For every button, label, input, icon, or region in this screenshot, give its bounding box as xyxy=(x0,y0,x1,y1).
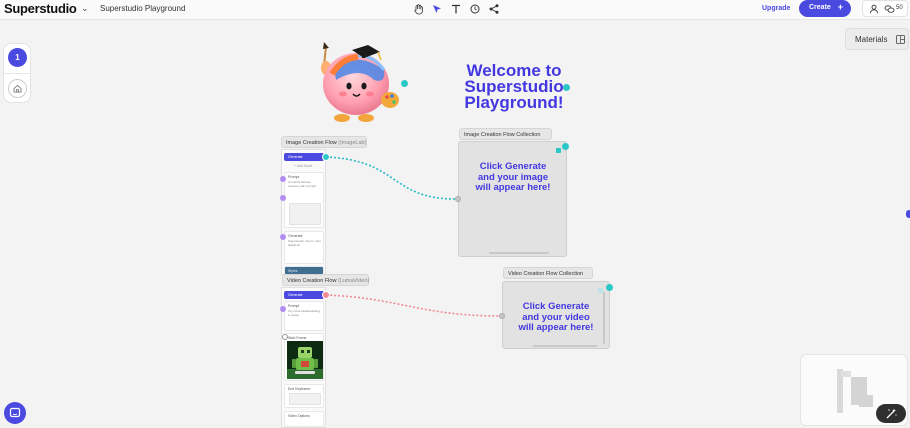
hand-icon[interactable] xyxy=(413,3,425,15)
video-start-frame-label: Start Frame xyxy=(288,336,307,340)
image-input-port-1[interactable] xyxy=(280,176,286,182)
cursor-icon[interactable] xyxy=(431,3,443,15)
share-icon[interactable] xyxy=(488,3,500,15)
panel-icon xyxy=(896,35,905,44)
image-placeholder-line-1: Click Generate xyxy=(479,161,547,172)
credits-count: 50 xyxy=(896,5,903,11)
video-collection-handle[interactable] xyxy=(598,288,603,293)
home-icon xyxy=(13,84,22,93)
text-icon[interactable] xyxy=(450,3,462,15)
image-add-node[interactable]: + Add Node xyxy=(294,164,312,168)
image-flow-connector xyxy=(325,156,459,200)
video-input-port-1[interactable] xyxy=(280,306,286,312)
image-generate-card[interactable]: Generate Superstudio, Zoom, retro digita… xyxy=(284,231,324,264)
canvas-edge-handle[interactable] xyxy=(906,210,910,218)
video-collection-output-port[interactable] xyxy=(606,284,613,291)
welcome-port[interactable] xyxy=(563,84,570,91)
image-input-port-3[interactable] xyxy=(280,234,286,240)
video-placeholder-line-1: Click Generate xyxy=(522,301,590,312)
video-collection-input-port[interactable] xyxy=(499,313,505,319)
image-flow-title[interactable]: Image Creation Flow (ImageLab) xyxy=(281,136,367,148)
video-output-port[interactable] xyxy=(322,291,330,299)
video-collection-title[interactable]: Video Creation Flow Collection xyxy=(503,267,593,279)
video-generate-button[interactable]: Generate xyxy=(284,291,324,299)
image-collection-node[interactable]: Click Generate and your image will appea… xyxy=(458,141,567,257)
video-flow-title[interactable]: Video Creation Flow (LumaVideo) xyxy=(282,274,369,286)
image-output-port[interactable] xyxy=(322,153,330,161)
chevron-down-icon[interactable]: ⌄ xyxy=(81,3,89,14)
chat-button[interactable] xyxy=(4,402,26,424)
create-button[interactable]: Create + xyxy=(799,0,851,17)
plus-icon: + xyxy=(837,2,843,12)
magic-button[interactable] xyxy=(876,404,906,423)
video-end-keyframe-card[interactable]: End Keyframe xyxy=(284,384,324,408)
top-bar: Superstudio ⌄ Superstudio Playground Upg… xyxy=(0,0,910,20)
image-styles-label: Styles xyxy=(288,269,298,273)
image-collection-output-port[interactable] xyxy=(562,143,569,150)
image-placeholder-line-3: will appear here! xyxy=(475,182,551,193)
image-prompt-text[interactable]: A colorful fantasy creature with a brigh… xyxy=(288,180,322,188)
video-prompt-label: Prompt xyxy=(288,304,300,308)
video-flow-title-text: Video Creation Flow xyxy=(287,278,337,284)
page-button[interactable]: 1 xyxy=(8,48,27,67)
image-collection-scrollbar[interactable] xyxy=(489,252,549,254)
welcome-heading: Welcome to Superstudio Playground! xyxy=(419,62,609,112)
magic-wand-icon xyxy=(886,408,897,419)
welcome-line-3: Playground! xyxy=(464,93,564,112)
image-collection-placeholder: Click Generate and your image will appea… xyxy=(463,161,563,194)
video-flow-node[interactable]: Generate Prompt Toy robot skateboarding … xyxy=(281,287,326,428)
image-prompt-label: Prompt xyxy=(288,175,300,179)
user-icon[interactable] xyxy=(869,4,879,14)
materials-label: Materials xyxy=(855,35,888,44)
create-button-label: Create xyxy=(809,4,831,11)
mascot-port[interactable] xyxy=(401,80,408,87)
video-start-frame-card[interactable]: Start Frame xyxy=(284,333,324,381)
image-collection-handle[interactable] xyxy=(556,148,561,153)
chat-icon xyxy=(9,407,21,418)
home-button[interactable] xyxy=(8,79,27,98)
video-placeholder-line-3: will appear here! xyxy=(518,322,594,333)
image-flow-title-text: Image Creation Flow xyxy=(286,140,337,146)
timer-icon[interactable] xyxy=(469,3,481,15)
video-collection-hscrollbar[interactable] xyxy=(533,345,597,347)
video-collection-placeholder: Click Generate and your video will appea… xyxy=(506,301,606,334)
project-title[interactable]: Superstudio Playground xyxy=(100,4,185,13)
image-collection-title[interactable]: Image Creation Flow Collection xyxy=(459,128,552,140)
video-options-label: Video Options xyxy=(288,414,310,418)
image-flow-node[interactable]: Generate + Add Node Prompt A colorful fa… xyxy=(281,149,326,275)
image-generate-button[interactable]: Generate xyxy=(284,153,324,161)
mascot-illustration xyxy=(321,42,399,122)
video-prompt-card[interactable]: Prompt Toy robot skateboarding in space xyxy=(284,301,324,331)
image-prompt-card[interactable]: Prompt A colorful fantasy creature with … xyxy=(284,172,324,228)
video-prompt-text[interactable]: Toy robot skateboarding in space xyxy=(288,309,322,317)
coins-icon xyxy=(884,5,895,13)
image-generate-card-label: Generate xyxy=(288,234,303,238)
upgrade-link[interactable]: Upgrade xyxy=(762,5,790,12)
divider xyxy=(4,73,30,74)
image-collection-input-port[interactable] xyxy=(455,196,461,202)
app-logo[interactable]: Superstudio xyxy=(4,1,77,16)
video-end-keyframe-label: End Keyframe xyxy=(288,387,311,391)
video-options-card[interactable]: Video Options xyxy=(284,411,324,427)
image-generate-card-text[interactable]: Superstudio, Zoom, retro digital art xyxy=(288,239,322,247)
image-flow-subtitle: (ImageLab) xyxy=(338,140,367,146)
video-flow-subtitle: (LumaVideo) xyxy=(337,278,370,284)
image-input-port-2[interactable] xyxy=(280,195,286,201)
video-end-keyframe-slot[interactable] xyxy=(289,393,321,405)
image-prompt-attachment[interactable] xyxy=(289,203,321,225)
video-input-port-2[interactable] xyxy=(282,334,288,340)
materials-button[interactable]: Materials xyxy=(845,28,909,50)
robot-image[interactable] xyxy=(287,341,323,379)
page-panel: 1 xyxy=(3,43,31,103)
video-collection-node[interactable]: Click Generate and your video will appea… xyxy=(502,281,610,349)
video-flow-connector xyxy=(325,294,503,317)
video-collection-scrollbar[interactable] xyxy=(603,292,605,344)
